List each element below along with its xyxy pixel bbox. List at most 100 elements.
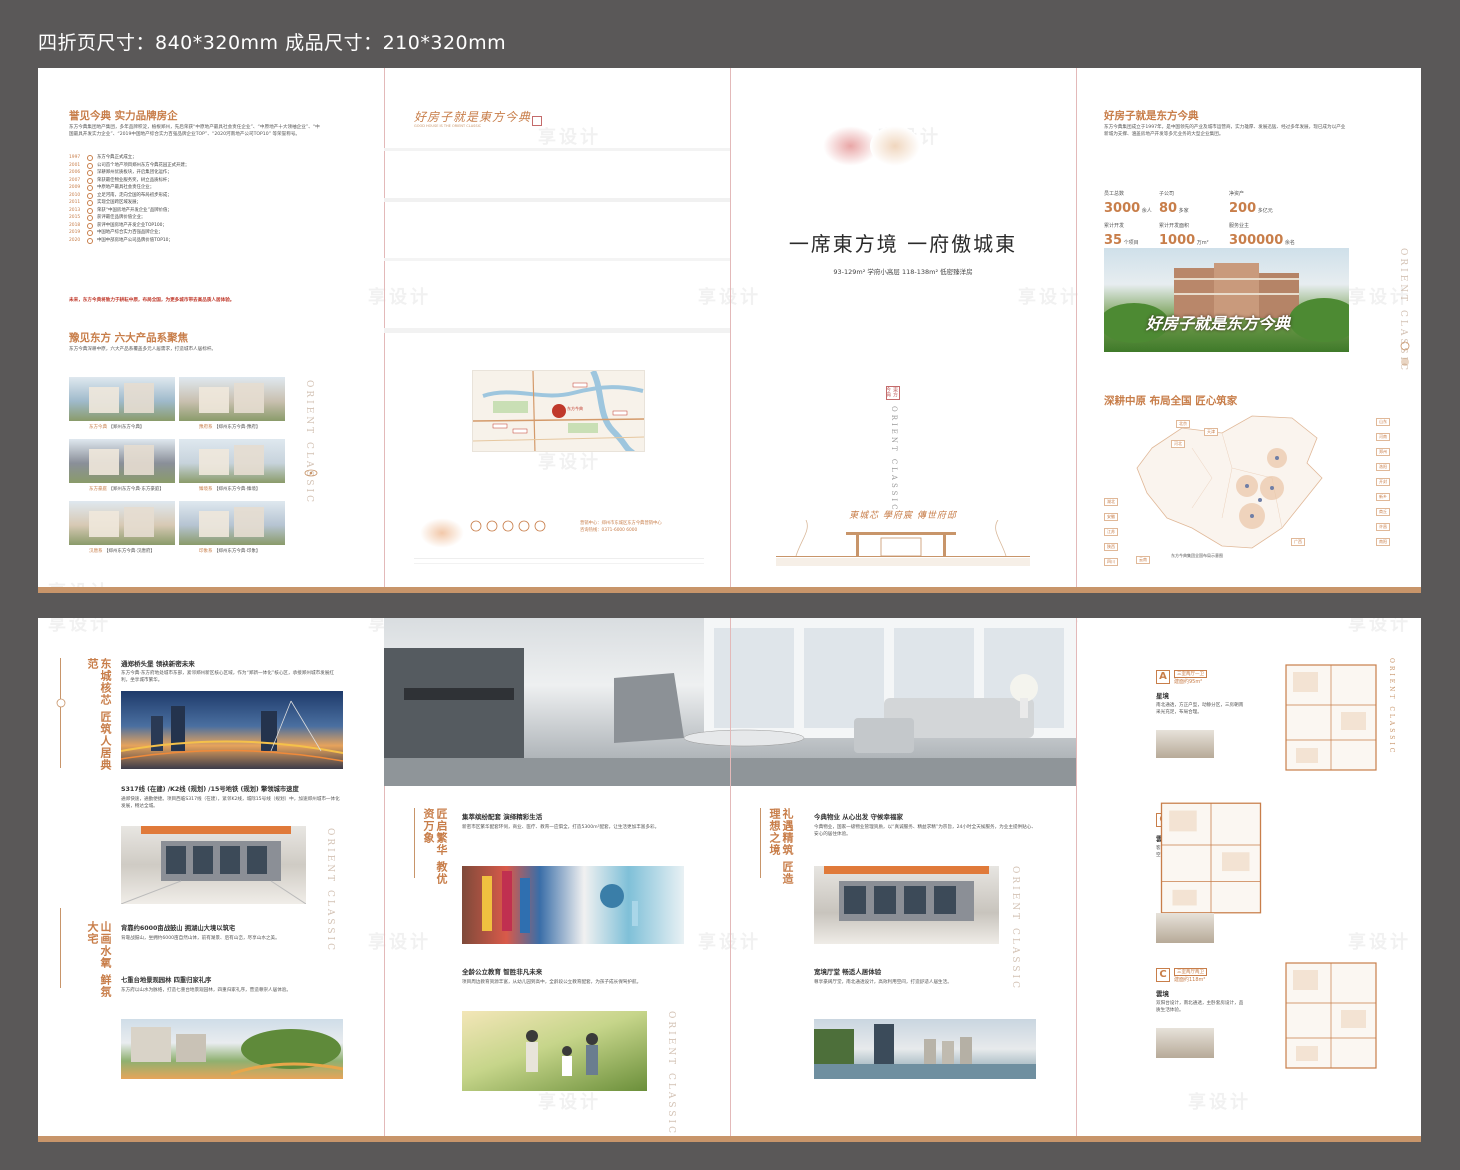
ornament-icon [1400, 341, 1410, 366]
map-region-label: 四川 [1104, 558, 1118, 566]
product-name: 【郑州东方今典·臻境】 [213, 487, 261, 492]
timeline-text: 中国地产综合实力百强品牌企业； [97, 230, 163, 235]
calligraphy-slogan: 好房子就是東方今典 [414, 110, 532, 124]
plan-tag: A [1156, 670, 1170, 684]
product-caption: 汉唐系 【郑州东方今典·汉唐府】 [89, 548, 155, 554]
stat-label: 累计开发面积 [1159, 223, 1190, 229]
brand-en-vertical: ORIENT CLASSIC [1388, 658, 1395, 756]
map-region-label: 江苏 [1104, 528, 1118, 536]
timeline-text: 荣获最佳物业服务奖，树立品质标杆； [97, 177, 172, 183]
interior-photo [1156, 1028, 1214, 1058]
panel-property-service: 礼遇精筑 匠造理想之境 今典物业 从心出发 守候幸福家 今典物业，国家一级物业管… [730, 618, 1076, 1142]
subheading: 七重台地景观园林 四重归家礼序 [121, 977, 212, 984]
stat-number: 1000 [1159, 233, 1196, 248]
spec-caption: 四折页尺寸：840*320mm 成品尺寸：210*320mm [38, 32, 507, 54]
timeline-dot-icon [87, 185, 93, 191]
feature-icon [470, 520, 482, 532]
city-night-photo [121, 691, 343, 769]
timeline-year: 2019 [69, 230, 81, 235]
map-region-label: 商丘 [1376, 508, 1390, 516]
china-map [1136, 415, 1323, 549]
timeline-year: 2013 [69, 207, 81, 213]
product-series: 豫府系 [199, 425, 214, 430]
section-title: 好房子就是东方今典 [1104, 110, 1199, 122]
floor-plan-drawing [1281, 660, 1381, 775]
feature-icons [470, 520, 546, 532]
sheet-bottom-bar [38, 587, 1421, 593]
map-region-label: 天津 [1204, 428, 1218, 436]
product-series: 汉唐系 [89, 549, 104, 554]
timeline-item: 2018 获评中国房地产开发企业TOP100； [69, 222, 339, 230]
timeline-item: 2015 获评最佳品牌价值企业； [69, 214, 339, 222]
stat-item: 员工总数 3000 余人 [1104, 190, 1159, 216]
timeline-dot-icon [87, 207, 93, 214]
body-text: 项目周边教育资源丰富，从幼儿园到高中，全龄段公立教育配套，为孩子成长保驾护航。 [462, 980, 642, 985]
map-region-label: 河南 [1376, 433, 1390, 441]
floor-plan-drawing [1281, 958, 1381, 1073]
timeline-year: 2020 [69, 237, 81, 243]
timeline-year: 2010 [69, 192, 81, 198]
timeline-text: 获评中国房地产开发企业TOP100； [97, 222, 167, 228]
body-text: 今典物业，国家一级物业管理资质，以“真诚服务、精益求精”为宗旨，24小时全天候服… [814, 825, 1036, 837]
section-title: 豫见东方 六大产品系聚焦 [69, 332, 189, 344]
timeline-item: 2019 中国地产综合实力百强品牌企业； [69, 229, 339, 237]
timeline-item: 2010 立足河南，走向全国的布局初步形成； [69, 192, 339, 200]
timeline-item: 2009 中原地产最具社会责任企业； [69, 184, 339, 192]
logo-blur [870, 126, 920, 166]
map-region-label: 河北 [1171, 440, 1185, 448]
divider [414, 558, 704, 559]
product-photo [179, 439, 285, 483]
vertical-title: 东城核芯 匠筑人居典范 [86, 658, 112, 771]
feature-icon [486, 520, 498, 532]
timeline-text: 中国中部房地产公司品牌价值TOP10； [97, 237, 173, 243]
sheet-bottom-bar [38, 1136, 1421, 1142]
feature-icon [518, 520, 530, 532]
product-photo [69, 377, 175, 421]
timeline-dot-icon [87, 162, 93, 169]
station-photo [814, 866, 999, 944]
timeline-item: 2013 荣获“中国房地产开发企业”品牌价值； [69, 207, 339, 215]
map-region-label: 许昌 [1376, 523, 1390, 531]
subheading: S317线 (在建) /K2线 (规划) /15号地铁 (规划) 擎领城市速度 [121, 786, 299, 793]
intro-text: 东方今典集团成立于1997年，是中国领先的产业及城市运营商，实力雄厚、发展迅猛、… [1104, 125, 1346, 137]
plan-type: 三室两厅两卫 [1174, 968, 1207, 976]
background-texture [384, 148, 730, 333]
contact-block: 营销中心：郑州市东城区东方今典营销中心 咨询热线：0371-6000 6000 [580, 520, 700, 534]
map-region-label: 安徽 [1104, 513, 1118, 521]
stat-unit: 余名 [1283, 240, 1295, 246]
timeline-year: 2018 [69, 222, 81, 228]
ornament-icon [56, 698, 66, 708]
vertical-rule [60, 658, 61, 768]
panel-location: 东城核芯 匠筑人居典范 通郑桥头堡 领袂新密未来 东方今典·东方府地处城市东部，… [38, 618, 384, 1142]
panel-cover: 一席東方境 一府傲城東 93-129m² 学府小高层 118-138m² 低密臻… [730, 68, 1076, 593]
body-text: 新密市区繁华配套环伺，商业、医疗、教育一应俱全，打造5300m²配套，让生活更加… [462, 825, 660, 830]
stat-number: 200 [1229, 201, 1257, 216]
interior-photo [1156, 730, 1214, 758]
cover-subline: 93-129m² 学府小高层 118-138m² 低密臻洋房 [833, 268, 973, 276]
plan-tag: C [1156, 968, 1170, 982]
interior-photo [1156, 913, 1214, 943]
timeline-item: 1997 东方今典正式成立； [69, 154, 339, 162]
stat-number: 300000 [1229, 233, 1284, 248]
plan-desc: 南北通透，方正户型，动静分区，三房朝南采光充足，布局合理。 [1156, 703, 1244, 715]
map-region-label: 开封 [1376, 478, 1390, 486]
stat-value: 1000 万m² [1159, 229, 1229, 248]
timeline-year: 2011 [69, 200, 81, 205]
body-text: 东方府以山水为脉络，打造七重台地景观园林，四重归家礼序，营造尊崇人居体验。 [121, 988, 291, 993]
timeline-dot-icon [87, 215, 93, 221]
timeline-dot-icon [87, 170, 93, 176]
brand-en-vertical: ORIENT CLASSIC [1010, 866, 1020, 991]
landscape-graphic [131, 1027, 343, 1076]
body-text: 通郑快速，通勤便捷。项目西临S317线（在建），紧邻K2线，城际15号线（规划）… [121, 797, 340, 809]
calligraphy-sub: GOOD HOUSE IS THE ORIENT CLASSIC [414, 124, 482, 128]
vertical-rule [60, 908, 61, 988]
banner-text: 好房子就是东方今典 [1146, 314, 1291, 333]
plan-area: 建面约95m² [1174, 679, 1203, 685]
map-region-label: 北京 [1176, 420, 1190, 428]
stat-unit: 多家 [1177, 208, 1189, 214]
timeline-text: 荣获“中国房地产开发企业”品牌价值； [97, 207, 172, 213]
product-caption: 东方豪庭 【郑州东方今典·东方豪庭】 [89, 486, 164, 492]
products-intro: 东方今典深耕中原，六大产品系覆盖多元人居需求，打造城市人居标杆。 [69, 347, 217, 352]
timeline-text: 获评最佳品牌价值企业； [97, 215, 146, 220]
timeline-year: 1997 [69, 155, 81, 160]
